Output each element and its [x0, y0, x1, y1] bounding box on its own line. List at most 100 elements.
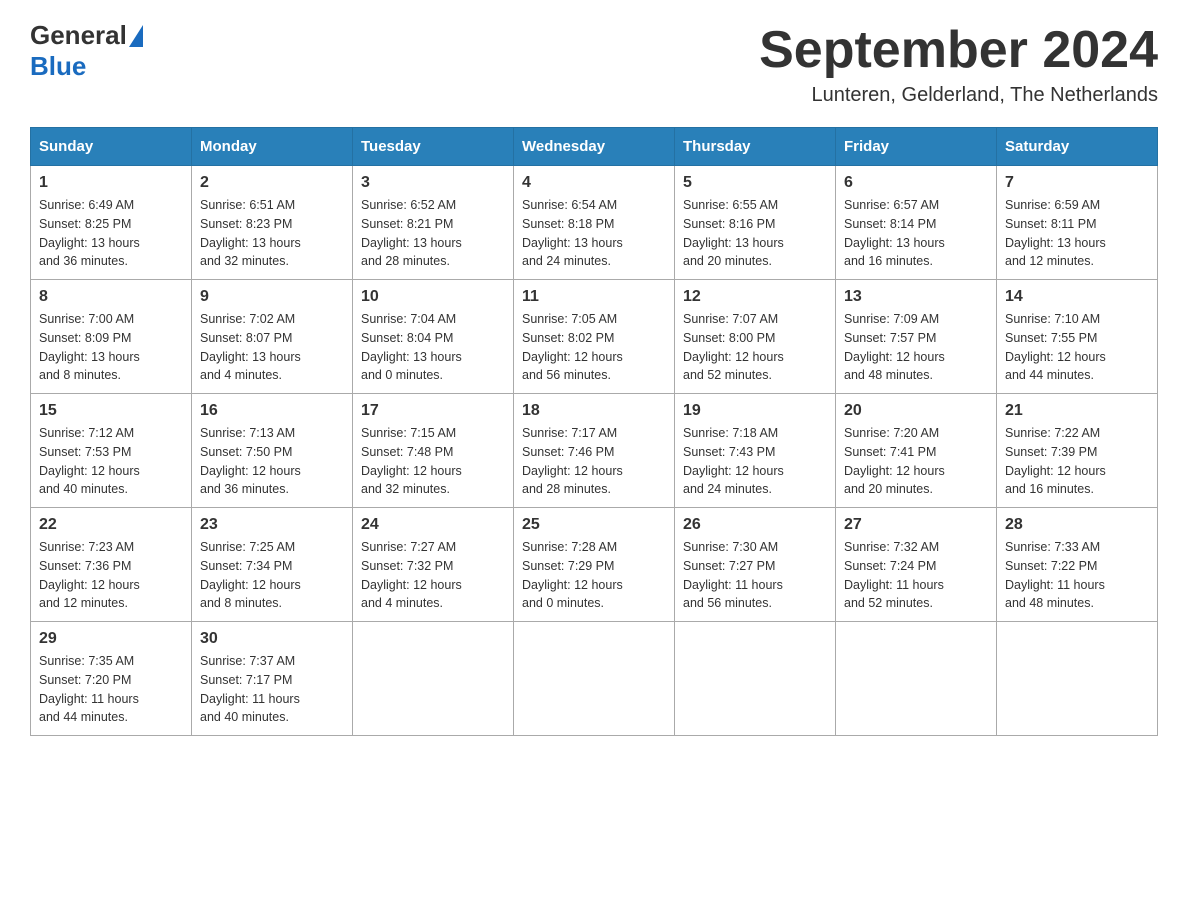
day-info: Sunrise: 7:00 AMSunset: 8:09 PMDaylight:… — [39, 310, 183, 385]
calendar-header-monday: Monday — [192, 128, 353, 166]
day-number: 23 — [200, 516, 344, 534]
day-number: 28 — [1005, 516, 1149, 534]
day-number: 7 — [1005, 174, 1149, 192]
day-info: Sunrise: 7:28 AMSunset: 7:29 PMDaylight:… — [522, 538, 666, 613]
calendar-day-cell: 23 Sunrise: 7:25 AMSunset: 7:34 PMDayligh… — [192, 508, 353, 622]
calendar-header-saturday: Saturday — [997, 128, 1158, 166]
calendar-week-row: 8 Sunrise: 7:00 AMSunset: 8:09 PMDaylight… — [31, 280, 1158, 394]
day-info: Sunrise: 7:35 AMSunset: 7:20 PMDaylight:… — [39, 652, 183, 727]
day-info: Sunrise: 7:25 AMSunset: 7:34 PMDaylight:… — [200, 538, 344, 613]
day-info: Sunrise: 7:07 AMSunset: 8:00 PMDaylight:… — [683, 310, 827, 385]
day-info: Sunrise: 7:27 AMSunset: 7:32 PMDaylight:… — [361, 538, 505, 613]
month-title: September 2024 — [759, 20, 1158, 80]
calendar-day-cell: 27Sunrise: 7:32 AMSunset: 7:24 PMDayligh… — [836, 508, 997, 622]
calendar-day-cell: 24 Sunrise: 7:27 AMSunset: 7:32 PMDayligh… — [353, 508, 514, 622]
calendar-day-cell: 17 Sunrise: 7:15 AMSunset: 7:48 PMDayligh… — [353, 394, 514, 508]
day-number: 20 — [844, 402, 988, 420]
day-number: 18 — [522, 402, 666, 420]
day-number: 1 — [39, 174, 183, 192]
calendar-day-cell: 12Sunrise: 7:07 AMSunset: 8:00 PMDayligh… — [675, 280, 836, 394]
logo-triangle-icon — [129, 25, 143, 47]
day-info: Sunrise: 7:33 AMSunset: 7:22 PMDaylight:… — [1005, 538, 1149, 613]
day-number: 26 — [683, 516, 827, 534]
calendar-header-tuesday: Tuesday — [353, 128, 514, 166]
day-number: 21 — [1005, 402, 1149, 420]
logo-blue-text: Blue — [30, 51, 86, 81]
calendar-week-row: 1Sunrise: 6:49 AMSunset: 8:25 PMDaylight… — [31, 166, 1158, 280]
calendar-day-cell: 22 Sunrise: 7:23 AMSunset: 7:36 PMDayligh… — [31, 508, 192, 622]
day-number: 29 — [39, 630, 183, 648]
page-header: General Blue September 2024 Lunteren, Ge… — [30, 20, 1158, 107]
day-info: Sunrise: 7:15 AMSunset: 7:48 PMDaylight:… — [361, 424, 505, 499]
calendar-day-cell: 19 Sunrise: 7:18 AMSunset: 7:43 PMDayligh… — [675, 394, 836, 508]
day-info: Sunrise: 7:05 AMSunset: 8:02 PMDaylight:… — [522, 310, 666, 385]
day-info: Sunrise: 6:51 AMSunset: 8:23 PMDaylight:… — [200, 196, 344, 271]
day-info: Sunrise: 6:59 AMSunset: 8:11 PMDaylight:… — [1005, 196, 1149, 271]
day-number: 30 — [200, 630, 344, 648]
calendar-day-cell: 11 Sunrise: 7:05 AMSunset: 8:02 PMDayligh… — [514, 280, 675, 394]
day-info: Sunrise: 7:13 AMSunset: 7:50 PMDaylight:… — [200, 424, 344, 499]
calendar-day-cell: 8 Sunrise: 7:00 AMSunset: 8:09 PMDaylight… — [31, 280, 192, 394]
day-info: Sunrise: 6:52 AMSunset: 8:21 PMDaylight:… — [361, 196, 505, 271]
calendar-day-cell: 28 Sunrise: 7:33 AMSunset: 7:22 PMDayligh… — [997, 508, 1158, 622]
day-number: 4 — [522, 174, 666, 192]
day-number: 22 — [39, 516, 183, 534]
logo: General Blue — [30, 20, 145, 82]
calendar-week-row: 29 Sunrise: 7:35 AMSunset: 7:20 PMDayligh… — [31, 622, 1158, 736]
day-number: 2 — [200, 174, 344, 192]
calendar-day-cell — [514, 622, 675, 736]
day-number: 9 — [200, 288, 344, 306]
calendar-header-row: SundayMondayTuesdayWednesdayThursdayFrid… — [31, 128, 1158, 166]
calendar-week-row: 22 Sunrise: 7:23 AMSunset: 7:36 PMDayligh… — [31, 508, 1158, 622]
title-block: September 2024 Lunteren, Gelderland, The… — [759, 20, 1158, 107]
day-info: Sunrise: 7:23 AMSunset: 7:36 PMDaylight:… — [39, 538, 183, 613]
day-info: Sunrise: 6:54 AMSunset: 8:18 PMDaylight:… — [522, 196, 666, 271]
day-number: 14 — [1005, 288, 1149, 306]
calendar-day-cell: 13 Sunrise: 7:09 AMSunset: 7:57 PMDayligh… — [836, 280, 997, 394]
day-number: 11 — [522, 288, 666, 306]
day-number: 25 — [522, 516, 666, 534]
day-info: Sunrise: 7:04 AMSunset: 8:04 PMDaylight:… — [361, 310, 505, 385]
day-number: 5 — [683, 174, 827, 192]
day-info: Sunrise: 7:30 AMSunset: 7:27 PMDaylight:… — [683, 538, 827, 613]
day-number: 8 — [39, 288, 183, 306]
calendar-day-cell: 4 Sunrise: 6:54 AMSunset: 8:18 PMDaylight… — [514, 166, 675, 280]
calendar-day-cell — [353, 622, 514, 736]
day-number: 15 — [39, 402, 183, 420]
calendar-day-cell: 3Sunrise: 6:52 AMSunset: 8:21 PMDaylight… — [353, 166, 514, 280]
day-info: Sunrise: 7:09 AMSunset: 7:57 PMDaylight:… — [844, 310, 988, 385]
calendar-day-cell: 2 Sunrise: 6:51 AMSunset: 8:23 PMDaylight… — [192, 166, 353, 280]
calendar-day-cell: 10 Sunrise: 7:04 AMSunset: 8:04 PMDayligh… — [353, 280, 514, 394]
calendar-header-thursday: Thursday — [675, 128, 836, 166]
day-info: Sunrise: 6:55 AMSunset: 8:16 PMDaylight:… — [683, 196, 827, 271]
calendar-day-cell — [997, 622, 1158, 736]
calendar-day-cell: 21 Sunrise: 7:22 AMSunset: 7:39 PMDayligh… — [997, 394, 1158, 508]
day-number: 17 — [361, 402, 505, 420]
calendar-day-cell: 29 Sunrise: 7:35 AMSunset: 7:20 PMDayligh… — [31, 622, 192, 736]
day-number: 27 — [844, 516, 988, 534]
day-number: 24 — [361, 516, 505, 534]
calendar-day-cell — [675, 622, 836, 736]
day-info: Sunrise: 7:17 AMSunset: 7:46 PMDaylight:… — [522, 424, 666, 499]
calendar-day-cell: 25 Sunrise: 7:28 AMSunset: 7:29 PMDayligh… — [514, 508, 675, 622]
calendar-header-friday: Friday — [836, 128, 997, 166]
day-number: 19 — [683, 402, 827, 420]
calendar-day-cell: 14Sunrise: 7:10 AMSunset: 7:55 PMDayligh… — [997, 280, 1158, 394]
calendar-day-cell: 15 Sunrise: 7:12 AMSunset: 7:53 PMDayligh… — [31, 394, 192, 508]
day-info: Sunrise: 7:12 AMSunset: 7:53 PMDaylight:… — [39, 424, 183, 499]
day-info: Sunrise: 7:22 AMSunset: 7:39 PMDaylight:… — [1005, 424, 1149, 499]
calendar-day-cell — [836, 622, 997, 736]
day-number: 10 — [361, 288, 505, 306]
day-number: 6 — [844, 174, 988, 192]
day-info: Sunrise: 7:37 AMSunset: 7:17 PMDaylight:… — [200, 652, 344, 727]
calendar-day-cell: 20Sunrise: 7:20 AMSunset: 7:41 PMDayligh… — [836, 394, 997, 508]
calendar-day-cell: 26 Sunrise: 7:30 AMSunset: 7:27 PMDayligh… — [675, 508, 836, 622]
calendar-day-cell: 5 Sunrise: 6:55 AMSunset: 8:16 PMDaylight… — [675, 166, 836, 280]
day-info: Sunrise: 6:57 AMSunset: 8:14 PMDaylight:… — [844, 196, 988, 271]
calendar-week-row: 15 Sunrise: 7:12 AMSunset: 7:53 PMDayligh… — [31, 394, 1158, 508]
calendar-day-cell: 16Sunrise: 7:13 AMSunset: 7:50 PMDayligh… — [192, 394, 353, 508]
calendar-table: SundayMondayTuesdayWednesdayThursdayFrid… — [30, 127, 1158, 736]
calendar-day-cell: 9Sunrise: 7:02 AMSunset: 8:07 PMDaylight… — [192, 280, 353, 394]
day-info: Sunrise: 7:18 AMSunset: 7:43 PMDaylight:… — [683, 424, 827, 499]
day-number: 13 — [844, 288, 988, 306]
